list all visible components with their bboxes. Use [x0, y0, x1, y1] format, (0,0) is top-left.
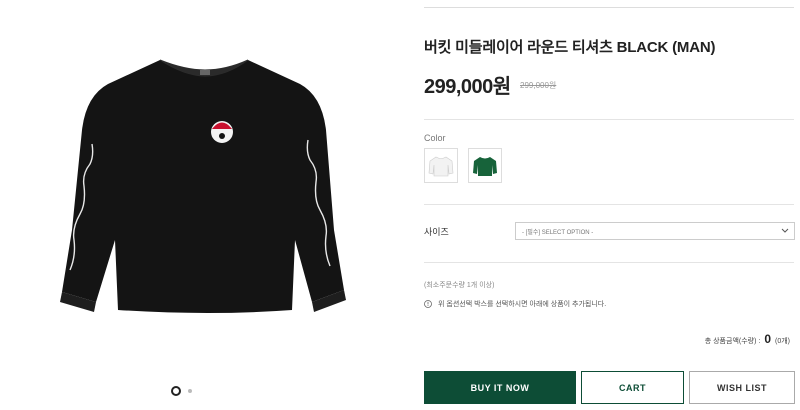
buy-now-button[interactable]: BUY IT NOW	[424, 371, 576, 404]
gallery-dots	[171, 386, 192, 396]
total-quantity: (0개)	[775, 338, 790, 345]
total-price: 총 상품금액(수량) : 0 (0개)	[705, 332, 790, 346]
gallery-dot-2[interactable]	[188, 389, 192, 393]
size-select[interactable]: - [필수] SELECT OPTION -	[515, 222, 795, 240]
divider	[424, 204, 794, 205]
white-shirt-thumbnail-icon	[428, 156, 454, 176]
shirt-body	[62, 60, 344, 313]
total-price-label: 총 상품금액(수량) :	[704, 338, 761, 345]
wishlist-button[interactable]: WISH LIST	[689, 371, 795, 404]
color-label: Color	[424, 133, 446, 143]
green-shirt-thumbnail-icon	[473, 156, 497, 176]
min-order-note: (최소주문수량 1개 이상)	[424, 282, 495, 289]
product-price: 299,000원	[424, 76, 511, 98]
option-notice: 위 옵션선택 박스를 선택하시면 아래에 상품이 추가됩니다.	[424, 299, 606, 309]
logo-patch	[211, 121, 233, 143]
divider	[424, 262, 794, 263]
chevron-down-icon	[781, 228, 789, 233]
original-price: 299,000원	[520, 81, 557, 90]
product-gallery	[0, 0, 400, 410]
collar-label	[200, 70, 210, 75]
info-icon	[424, 300, 432, 308]
product-image[interactable]	[0, 0, 400, 370]
option-notice-text: 위 옵션선택 박스를 선택하시면 아래에 상품이 추가됩니다.	[438, 301, 607, 308]
gallery-dot-1[interactable]	[171, 386, 181, 396]
add-to-cart-button[interactable]: CART	[581, 371, 684, 404]
color-swatch-green[interactable]	[468, 148, 502, 183]
total-price-value: 0	[764, 332, 771, 346]
size-select-value: - [필수] SELECT OPTION -	[522, 229, 594, 236]
color-swatch-white[interactable]	[424, 148, 458, 183]
divider	[424, 7, 794, 8]
product-info: 버킷 미들레이어 라운드 티셔츠 BLACK (MAN) 299,000원 29…	[424, 0, 796, 410]
divider	[424, 119, 794, 120]
product-title: 버킷 미들레이어 라운드 티셔츠 BLACK (MAN)	[424, 39, 716, 56]
size-label: 사이즈	[424, 227, 449, 237]
